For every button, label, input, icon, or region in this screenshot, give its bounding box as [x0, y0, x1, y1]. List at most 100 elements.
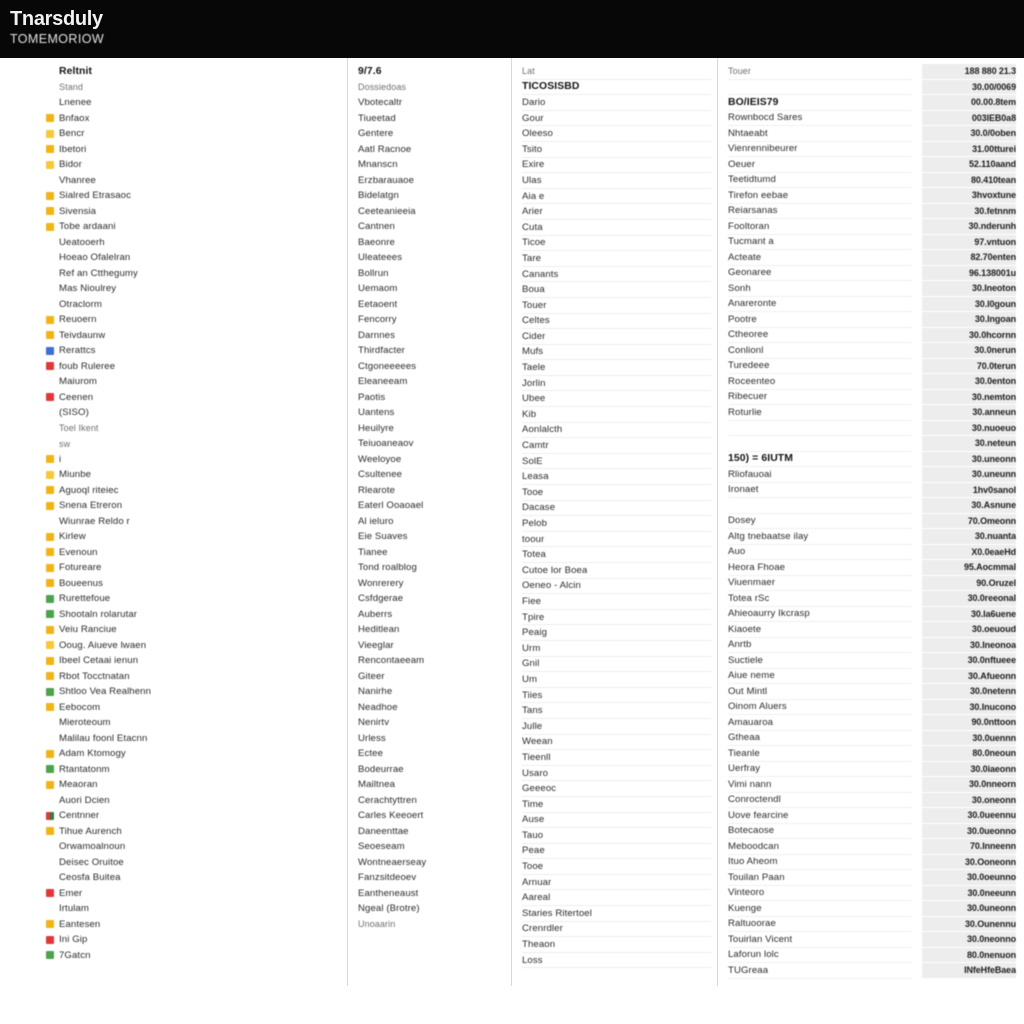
list-item[interactable]: Shootaln rolarutar — [46, 607, 339, 623]
list-item[interactable]: Ctgoneeeees — [358, 359, 505, 375]
list-item[interactable]: Camtr — [522, 438, 711, 454]
list-item[interactable]: Rencontaeeam — [358, 653, 505, 669]
list-item[interactable]: Irtulam — [46, 901, 339, 917]
list-item[interactable]: Suctiele — [728, 653, 912, 669]
list-item[interactable]: Al ieluro — [358, 514, 505, 530]
list-item[interactable]: Mas Nioulrey — [46, 281, 339, 297]
list-item[interactable]: Gnil — [522, 657, 711, 673]
value-cell[interactable]: 003IEB0a8 — [922, 110, 1016, 126]
list-item[interactable]: Totea rSc — [728, 591, 912, 607]
list-item[interactable]: Ironaet — [728, 483, 912, 498]
list-item[interactable]: Conroctendl — [728, 793, 912, 808]
list-item[interactable] — [728, 498, 912, 514]
list-item[interactable]: Viuenmaer — [728, 576, 912, 591]
list-item[interactable]: Kib — [522, 407, 711, 423]
list-item[interactable]: Teetidtumd — [728, 173, 912, 188]
value-cell[interactable]: 30.0nftueee — [922, 653, 1016, 669]
list-item[interactable]: TICOSISBD — [522, 80, 711, 96]
list-item[interactable]: Urm — [522, 641, 711, 657]
list-item[interactable]: Rtantatonm — [46, 762, 339, 778]
list-item[interactable]: Oleeso — [522, 126, 711, 142]
list-item[interactable]: Orwamoalnoun — [46, 839, 339, 855]
list-item[interactable]: Rbot Tocctnatan — [46, 669, 339, 685]
list-item[interactable]: Nhtaeabt — [728, 126, 912, 142]
list-item[interactable]: Wontneaerseay — [358, 855, 505, 871]
list-item[interactable]: Lat — [522, 64, 711, 80]
value-cell[interactable]: 30.l0goun — [922, 296, 1016, 312]
list-item[interactable]: Peae — [522, 844, 711, 860]
list-item[interactable]: Gentere — [358, 126, 505, 142]
value-cell[interactable]: 30.Afueonn — [922, 668, 1016, 684]
list-item[interactable]: Gtheaa — [728, 731, 912, 746]
list-item[interactable]: 9/7.6 — [358, 64, 505, 80]
list-item[interactable]: Seoeseam — [358, 839, 505, 855]
list-item[interactable]: Veiu Ranciue — [46, 622, 339, 638]
list-item[interactable]: Erzbarauaoe — [358, 173, 505, 189]
list-item[interactable]: Ulas — [522, 173, 711, 189]
list-item[interactable]: Staries Ritertoel — [522, 906, 711, 922]
value-cell[interactable]: 70.0terun — [922, 358, 1016, 374]
list-item[interactable]: Acteate — [728, 250, 912, 266]
list-item[interactable]: Aguoql riteiec — [46, 483, 339, 499]
list-item[interactable]: Bnfaox — [46, 111, 339, 127]
list-item[interactable]: Geonaree — [728, 266, 912, 281]
list-item[interactable]: Tans — [522, 703, 711, 719]
list-item[interactable]: Time — [522, 797, 711, 813]
list-item[interactable]: Crenrdler — [522, 922, 711, 938]
list-item[interactable]: Ubee — [522, 391, 711, 408]
value-cell[interactable]: 80.410tean — [922, 172, 1016, 188]
list-item[interactable]: Ceosfa Buitea — [46, 870, 339, 886]
list-item[interactable]: Ngeal (Brotre) — [358, 901, 505, 917]
list-item[interactable]: Tucmant a — [728, 235, 912, 250]
list-item[interactable]: Ituo Aheom — [728, 855, 912, 870]
value-cell[interactable]: 1hv0sanol — [922, 482, 1016, 498]
list-item[interactable]: Uleateees — [358, 250, 505, 266]
value-cell[interactable]: 30.Ineoton — [922, 281, 1016, 297]
list-item[interactable]: Oeuer — [728, 157, 912, 173]
list-item[interactable]: Tare — [522, 251, 711, 267]
list-item[interactable]: Maiurom — [46, 374, 339, 390]
listing-column-one[interactable]: Reltnit Stand Lnenee Bnfaox Bencr Ibetori Bido… — [0, 58, 348, 986]
list-item[interactable]: Taele — [522, 360, 711, 376]
list-item[interactable]: Totea — [522, 547, 711, 563]
list-item[interactable]: Tpire — [522, 610, 711, 626]
list-item[interactable] — [728, 979, 912, 987]
list-item[interactable] — [728, 436, 912, 452]
list-item[interactable]: Reuoern — [46, 312, 339, 328]
value-cell[interactable]: 70.Omeonn — [922, 513, 1016, 529]
list-item[interactable]: Roturlie — [728, 405, 912, 421]
list-item[interactable]: Um — [522, 672, 711, 688]
list-item[interactable]: Geeeoc — [522, 781, 711, 797]
list-item[interactable]: toour — [522, 532, 711, 548]
list-item[interactable]: Amauaroa — [728, 715, 912, 731]
list-item[interactable]: Fotureare — [46, 560, 339, 576]
list-item[interactable] — [728, 80, 912, 95]
value-cell[interactable]: 30.nderunh — [922, 219, 1016, 235]
list-item[interactable]: Oinom Aluers — [728, 700, 912, 715]
list-item[interactable]: TUGreaa — [728, 963, 912, 979]
list-item[interactable]: Ribecuer — [728, 390, 912, 405]
value-cell[interactable]: 30.0/0oben — [922, 126, 1016, 142]
list-item[interactable]: Meboodcan — [728, 839, 912, 855]
list-item[interactable]: Kirlew — [46, 529, 339, 545]
list-item[interactable]: Teiuoaneaov — [358, 436, 505, 452]
list-item[interactable]: Tiueetad — [358, 111, 505, 127]
list-item[interactable]: Toel Ikent — [46, 421, 339, 437]
list-item[interactable]: Peaig — [522, 625, 711, 641]
value-cell[interactable]: 3hvoxtune — [922, 188, 1016, 204]
list-item[interactable]: Adam Ktomogy — [46, 746, 339, 762]
list-item[interactable]: Tianee — [358, 545, 505, 561]
value-cell[interactable]: 30.0nerun — [922, 343, 1016, 359]
value-cell[interactable]: 00.00.8tem — [922, 95, 1016, 111]
value-cell[interactable]: 30.0iaeonn — [922, 761, 1016, 777]
listing-column-two[interactable]: 9/7.6 Dossiedoas Vbotecaltr Tiueetad Gentere… — [348, 58, 512, 986]
list-item[interactable]: Paotis — [358, 390, 505, 406]
list-item[interactable]: Bidor — [46, 157, 339, 173]
list-item[interactable]: Nenirtv — [358, 715, 505, 731]
list-item[interactable]: Tiies — [522, 688, 711, 704]
list-item[interactable]: Altg tnebaatse ilay — [728, 529, 912, 545]
list-item[interactable]: Evenoun — [46, 545, 339, 561]
list-item[interactable]: Ini Gip — [46, 932, 339, 948]
list-item[interactable]: Rerattcs — [46, 343, 339, 359]
list-item[interactable]: Csfdgerae — [358, 591, 505, 607]
